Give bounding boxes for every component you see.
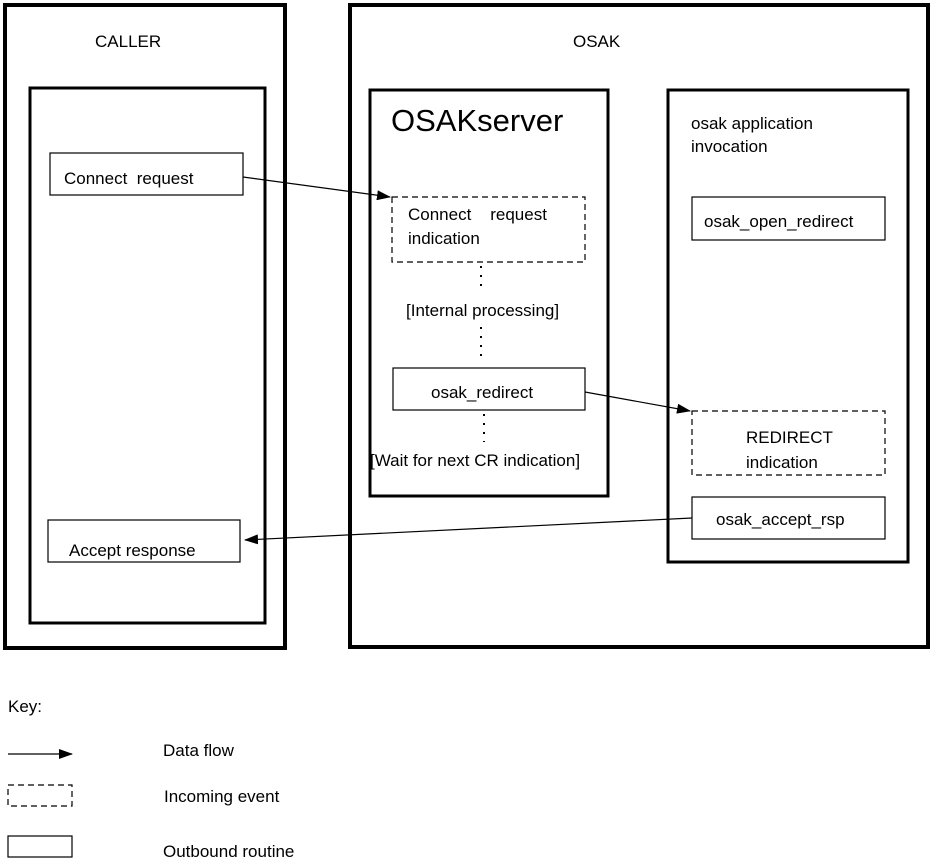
legend: Key: Data flow Incoming event Outbound r… [7, 697, 294, 861]
internal-processing-label: [Internal processing] [406, 301, 559, 320]
osak-redirect-diagram: CALLER Connect request Accept response O… [3, 3, 930, 861]
connect-indication-line2: indication [408, 229, 480, 248]
osak-title: OSAK [573, 32, 621, 51]
accept-response-label: Accept response [69, 541, 196, 560]
caller-group: CALLER Connect request Accept response [3, 3, 287, 650]
arrow-redirect-to-indication [584, 391, 691, 414]
key-dashed-box-icon [7, 784, 73, 807]
osak-application-box [666, 88, 910, 564]
key-outbound-routine: Outbound routine [163, 842, 294, 861]
app-title-line2: invocation [691, 137, 768, 156]
connect-indication-line1: Connect request [408, 205, 547, 224]
redirect-indication-line2: indication [746, 453, 818, 472]
wait-next-label: [Wait for next CR indication] [370, 451, 580, 470]
redirect-indication-line1: REDIRECT [746, 428, 833, 447]
accept-rsp-label: osak_accept_rsp [716, 510, 845, 529]
osakserver-title: OSAKserver [391, 103, 563, 138]
key-solid-box-icon [7, 835, 73, 858]
osak-group: OSAK OSAKserver Connect request indicati… [348, 3, 930, 649]
arrow-accept-to-response [244, 517, 693, 545]
open-redirect-label: osak_open_redirect [704, 212, 854, 231]
connect-request-label: Connect request [64, 169, 194, 188]
key-incoming-event: Incoming event [164, 787, 280, 806]
key-data-flow: Data flow [163, 741, 235, 760]
key-title: Key: [8, 697, 42, 716]
app-title-line1: osak application [691, 114, 813, 133]
osakserver-box [368, 88, 610, 498]
osak-redirect-label: osak_redirect [431, 383, 533, 402]
caller-title: CALLER [95, 32, 161, 51]
osak-outer-box [348, 3, 930, 649]
